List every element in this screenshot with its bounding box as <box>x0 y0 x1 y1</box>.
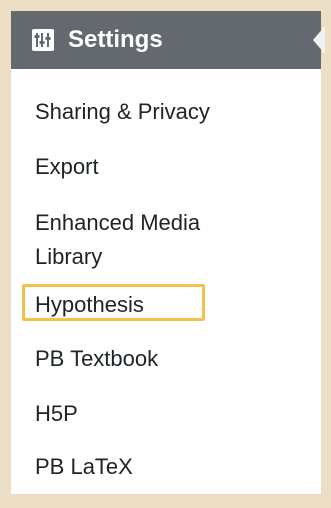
submenu-item-h5p[interactable]: H5P <box>35 399 78 429</box>
submenu-item-hypothesis[interactable]: Hypothesis <box>35 290 144 320</box>
frame-right <box>321 0 331 508</box>
submenu-item-pb-textbook[interactable]: PB Textbook <box>35 344 158 374</box>
submenu-item-export[interactable]: Export <box>35 152 99 182</box>
settings-menu-header[interactable]: Settings <box>11 11 325 69</box>
frame-left <box>0 0 11 508</box>
submenu-item-enhanced-media-library[interactable]: Enhanced Media Library <box>35 206 265 274</box>
submenu-item-pb-latex[interactable]: PB LaTeX <box>35 452 133 482</box>
frame-bottom <box>0 494 331 508</box>
settings-title: Settings <box>68 26 163 53</box>
submenu-item-sharing-privacy[interactable]: Sharing & Privacy <box>35 97 210 127</box>
settings-sliders-icon <box>32 29 54 51</box>
current-menu-indicator <box>313 26 325 54</box>
frame-top <box>0 0 331 11</box>
admin-sidebar-settings-panel: Settings Sharing & Privacy Export Enhanc… <box>11 11 325 494</box>
